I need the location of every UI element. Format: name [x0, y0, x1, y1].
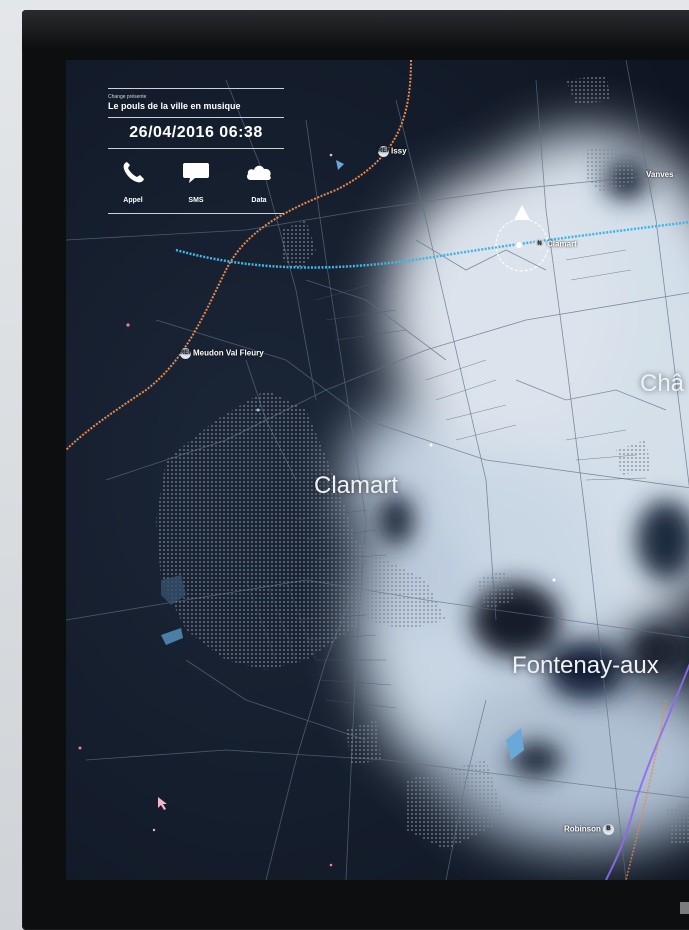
- panel-datetime: 26/04/2016 06:38: [129, 124, 263, 141]
- channel-call-label: Appel: [123, 197, 143, 204]
- station-issy-label: Issy: [391, 146, 407, 156]
- rer-badge-icon: RER: [180, 348, 193, 359]
- town-fontenay: Fontenay-aux: [512, 652, 659, 679]
- channel-sms-label: SMS: [188, 197, 204, 204]
- panel-subtitle: Change présente: [108, 94, 147, 100]
- rer-b-badge-icon: B: [602, 824, 614, 835]
- station-meudon-label: Meudon Val Fleury: [193, 348, 264, 358]
- rer-badge-icon: RER: [378, 146, 391, 157]
- monitor-logo: [680, 902, 689, 914]
- station-issy[interactable]: RERIssy: [376, 146, 407, 157]
- info-panel: Change présente Le pouls de la ville en …: [108, 88, 284, 214]
- map-screen[interactable]: Change présente Le pouls de la ville en …: [66, 60, 689, 880]
- town-clamart: Clamart: [314, 472, 399, 499]
- station-vanves[interactable]: Vanves: [646, 170, 674, 179]
- station-clamart[interactable]: N Clamart: [532, 239, 577, 250]
- station-vanves-label: Vanves: [646, 170, 674, 179]
- station-robinson[interactable]: Robinson B: [564, 824, 616, 835]
- phone-icon: [123, 162, 144, 183]
- station-robinson-label: Robinson: [564, 824, 601, 834]
- channel-data[interactable]: Data: [240, 159, 278, 207]
- panel-rule: [108, 88, 284, 89]
- channel-call[interactable]: Appel: [114, 159, 152, 207]
- cloud-icon: [247, 165, 271, 180]
- town-chatillon: Châ: [640, 370, 685, 397]
- sms-icon: [183, 163, 209, 183]
- channel-icons: Appel SMS Data: [108, 149, 284, 213]
- station-meudon[interactable]: RERMeudon Val Fleury: [178, 348, 264, 359]
- bezel-top-edge: [22, 10, 689, 50]
- channel-data-label: Data: [251, 197, 267, 204]
- transilien-badge-icon: N: [534, 239, 545, 250]
- panel-title: Le pouls de la ville en musique: [108, 101, 241, 111]
- channel-sms[interactable]: SMS: [177, 159, 215, 207]
- panel-rule: [108, 213, 284, 214]
- station-clamart-label: Clamart: [547, 239, 577, 249]
